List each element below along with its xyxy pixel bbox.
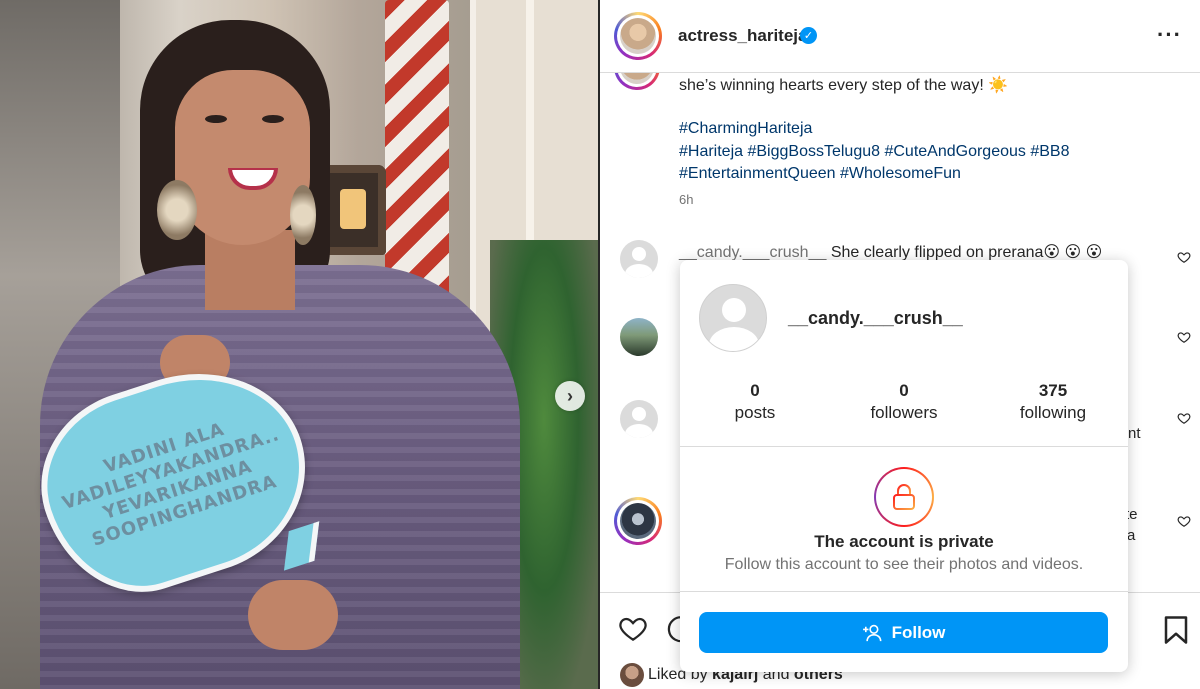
author-avatar[interactable] <box>614 12 662 60</box>
earring <box>290 185 316 245</box>
post-time[interactable]: 6h <box>679 192 693 207</box>
earring <box>157 180 197 240</box>
author-username[interactable]: actress_hariteja <box>678 26 807 46</box>
stat-label: followers <box>870 403 938 422</box>
heart-icon[interactable] <box>1177 250 1191 264</box>
bookmark-icon[interactable] <box>1163 615 1189 645</box>
lock-icon-ring <box>874 467 934 527</box>
heart-icon[interactable] <box>1177 330 1191 344</box>
comment-avatar[interactable] <box>620 318 658 356</box>
comment-avatar[interactable] <box>614 497 662 545</box>
next-photo-button[interactable]: › <box>555 381 585 411</box>
profile-username[interactable]: __candy.___crush__ <box>788 308 963 329</box>
comment-text-partial: a <box>1127 527 1136 544</box>
follow-button[interactable]: Follow <box>699 612 1108 653</box>
hashtag-line[interactable]: #Hariteja #BiggBossTelugu8 #CuteAndGorge… <box>679 141 1179 164</box>
stat-following[interactable]: 375 following <box>978 380 1128 424</box>
person-eye <box>262 115 284 123</box>
stat-value: 375 <box>1038 381 1068 400</box>
person-hand <box>248 580 338 650</box>
stat-value: 0 <box>899 381 909 400</box>
stat-label: following <box>1019 403 1087 422</box>
add-person-icon <box>862 624 882 641</box>
profile-avatar[interactable] <box>699 284 767 352</box>
hashtag-line[interactable]: #EntertainmentQueen #WholesomeFun <box>679 163 1179 186</box>
private-subtitle: Follow this account to see their photos … <box>724 556 1084 573</box>
stat-followers[interactable]: 0 followers <box>829 380 979 424</box>
post-header: actress_hariteja ✓ ··· <box>600 0 1200 73</box>
heart-icon[interactable] <box>617 614 649 644</box>
chevron-right-icon: › <box>567 385 573 406</box>
popup-divider <box>680 446 1128 447</box>
person-eye <box>205 115 227 123</box>
post-caption: she’s winning hearts every step of the w… <box>679 77 1009 94</box>
stat-posts: 0 posts <box>680 380 830 424</box>
heart-icon[interactable] <box>1177 411 1191 425</box>
private-title: The account is private <box>814 532 994 551</box>
stat-label: posts <box>734 403 776 422</box>
more-horizontal-icon[interactable]: ··· <box>1157 22 1182 48</box>
post-photo: VADINI ALA VADILEYYAKANDRA.. YEVARIKANNA… <box>0 0 598 689</box>
post-hashtags: #CharmingHariteja #Hariteja #BiggBossTel… <box>679 118 1179 186</box>
comment-text: __candy.___crush__ She clearly flipped o… <box>679 242 1102 262</box>
comment-username[interactable]: __candy.___crush__ <box>679 244 826 261</box>
comment-avatar[interactable] <box>620 240 658 278</box>
hashtag-line[interactable]: #CharmingHariteja <box>679 118 1179 141</box>
follow-label: Follow <box>891 622 946 642</box>
verified-badge-icon: ✓ <box>800 27 817 44</box>
liked-by-avatar[interactable] <box>620 663 644 687</box>
lock-icon <box>893 484 915 510</box>
stat-value: 0 <box>750 381 760 400</box>
comment-body: She clearly flipped on prerana😮 😮 😮 <box>830 244 1103 261</box>
comment-avatar[interactable] <box>620 400 658 438</box>
profile-stats: 0 posts 0 followers 375 following <box>680 380 1128 430</box>
popup-divider <box>680 591 1128 592</box>
profile-hover-card: __candy.___crush__ 0 posts 0 followers 3… <box>680 260 1128 672</box>
heart-icon[interactable] <box>1177 514 1191 528</box>
comment-text-partial: nt <box>1128 425 1141 442</box>
